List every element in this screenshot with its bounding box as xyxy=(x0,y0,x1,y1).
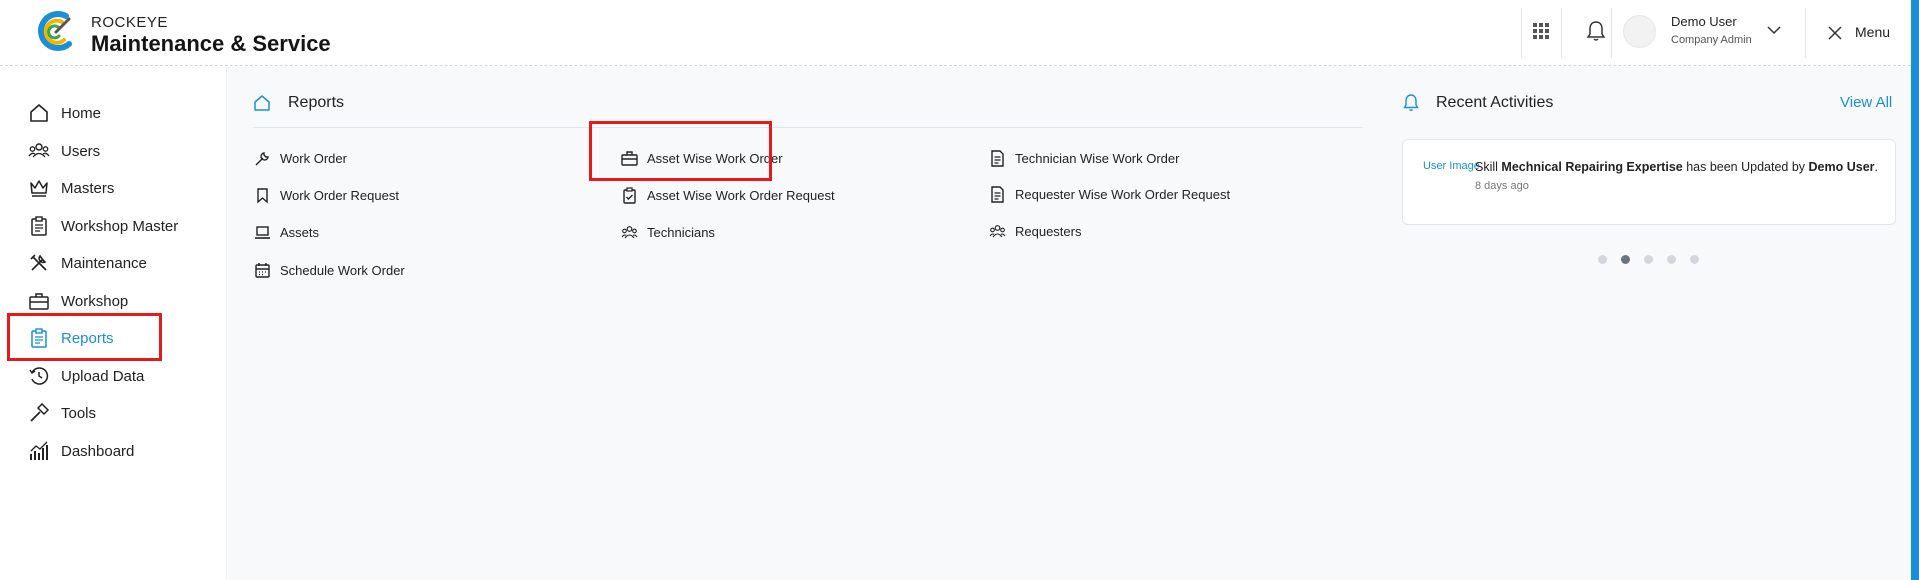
report-link-label: Work Order Request xyxy=(280,187,399,203)
carousel-dot[interactable] xyxy=(1598,255,1607,264)
brand-title: Maintenance & Service xyxy=(91,31,331,56)
user-avatar[interactable] xyxy=(1623,15,1656,48)
user-name[interactable]: Demo User xyxy=(1671,14,1737,29)
divider xyxy=(1611,8,1612,58)
report-link-assets[interactable]: Assets xyxy=(254,222,319,242)
bell-icon xyxy=(1403,94,1419,111)
report-link-label: Technician Wise Work Order xyxy=(1015,150,1180,166)
user-role: Company Admin xyxy=(1671,34,1752,46)
report-link-requesters[interactable]: Requesters xyxy=(989,221,1081,241)
report-link-asset-wise-work-order-request[interactable]: Asset Wise Work Order Request xyxy=(621,185,835,205)
notification-bell-icon[interactable] xyxy=(1586,20,1606,42)
report-link-label: Technicians xyxy=(647,224,715,240)
main-content: Reports Work Order Work Order Request As… xyxy=(228,67,1911,580)
report-link-label: Requesters xyxy=(1015,223,1082,239)
apps-grid-icon[interactable] xyxy=(1532,22,1550,40)
activity-card[interactable]: User Image Skill Mechnical Repairing Exp… xyxy=(1402,139,1896,225)
report-link-label: Requester Wise Work Order Request xyxy=(1015,186,1231,202)
sidebar-item-masters[interactable]: Masters xyxy=(28,175,114,201)
sidebar-item-home[interactable]: Home xyxy=(28,100,101,126)
divider xyxy=(1561,8,1562,58)
top-header: ROCKEYE Maintenance & Service Demo User … xyxy=(0,0,1911,66)
chart-icon xyxy=(30,441,48,460)
users-icon xyxy=(621,225,638,238)
scroll-edge xyxy=(1911,0,1919,580)
report-link-label: Asset Wise Work Order Request xyxy=(647,187,835,203)
report-link-label: Schedule Work Order xyxy=(280,262,405,278)
home-icon xyxy=(30,104,48,122)
sidebar-item-workshop-master[interactable]: Workshop Master xyxy=(28,213,178,239)
report-link-schedule-work-order[interactable]: Schedule Work Order xyxy=(254,260,405,280)
highlight-box xyxy=(7,313,162,361)
carousel-dot[interactable] xyxy=(1667,255,1676,264)
clipboard-check-icon xyxy=(623,186,636,204)
close-icon[interactable] xyxy=(1827,25,1843,41)
briefcase-icon xyxy=(29,293,49,310)
menu-button[interactable]: Menu xyxy=(1855,24,1890,40)
sidebar-item-label: Workshop xyxy=(61,292,129,310)
sidebar-item-label: Users xyxy=(61,142,101,160)
sidebar-item-label: Masters xyxy=(61,179,115,197)
brand-company: ROCKEYE xyxy=(91,14,168,31)
carousel-dot[interactable] xyxy=(1621,255,1630,264)
rockeye-logo-icon[interactable] xyxy=(36,10,78,52)
sidebar-item-label: Dashboard xyxy=(61,442,135,460)
divider xyxy=(1805,8,1806,58)
sidebar-item-users[interactable]: Users xyxy=(28,138,100,164)
carousel-dot[interactable] xyxy=(1644,255,1653,264)
activity-time: 8 days ago xyxy=(1475,180,1529,192)
chevron-down-icon[interactable] xyxy=(1766,24,1782,36)
sidebar-item-label: Tools xyxy=(61,404,97,422)
clipboard-icon xyxy=(31,216,47,236)
tools-icon xyxy=(30,254,47,271)
report-link-requester-wise-work-order-request[interactable]: Requester Wise Work Order Request xyxy=(989,184,1230,204)
divider xyxy=(1521,8,1522,58)
hammer-icon xyxy=(30,402,50,422)
recent-activities-title: Recent Activities xyxy=(1436,94,1554,111)
reports-title: Reports xyxy=(288,94,345,111)
report-link-technicians[interactable]: Technicians xyxy=(621,222,715,242)
view-all-link[interactable]: View All xyxy=(1840,94,1892,111)
wrench-icon xyxy=(255,151,269,165)
sidebar-item-workshop[interactable]: Workshop xyxy=(28,288,128,314)
laptop-icon xyxy=(255,225,270,239)
sidebar-item-tools[interactable]: Tools xyxy=(28,400,96,426)
report-link-technician-wise-work-order[interactable]: Technician Wise Work Order xyxy=(989,148,1179,168)
sidebar-item-upload-data[interactable]: Upload Data xyxy=(28,363,144,389)
bookmark-icon xyxy=(257,187,268,204)
carousel-dot[interactable] xyxy=(1690,255,1699,264)
document-icon xyxy=(991,149,1004,167)
users-icon xyxy=(28,143,50,158)
sidebar-item-label: Upload Data xyxy=(61,367,145,385)
highlight-box xyxy=(589,121,772,181)
crown-icon xyxy=(30,180,48,197)
user-image-broken: User Image xyxy=(1423,160,1480,172)
home-icon xyxy=(254,95,270,111)
report-link-label: Assets xyxy=(280,224,320,240)
activity-text: Skill Mechnical Repairing Expertise has … xyxy=(1475,160,1878,174)
document-icon xyxy=(991,185,1004,203)
report-link-label: Work Order xyxy=(280,150,347,166)
users-icon xyxy=(989,224,1006,237)
history-icon xyxy=(29,367,49,385)
report-link-work-order[interactable]: Work Order xyxy=(254,148,347,168)
sidebar-item-dashboard[interactable]: Dashboard xyxy=(28,438,134,464)
carousel-dots xyxy=(1598,255,1713,264)
sidebar-item-maintenance[interactable]: Maintenance xyxy=(28,250,147,276)
report-link-work-order-request[interactable]: Work Order Request xyxy=(254,185,399,205)
sidebar-item-label: Home xyxy=(61,104,102,122)
divider xyxy=(253,127,1363,128)
calendar-icon xyxy=(255,262,270,278)
sidebar-item-label: Maintenance xyxy=(61,254,147,272)
sidebar-item-label: Workshop Master xyxy=(61,217,179,235)
